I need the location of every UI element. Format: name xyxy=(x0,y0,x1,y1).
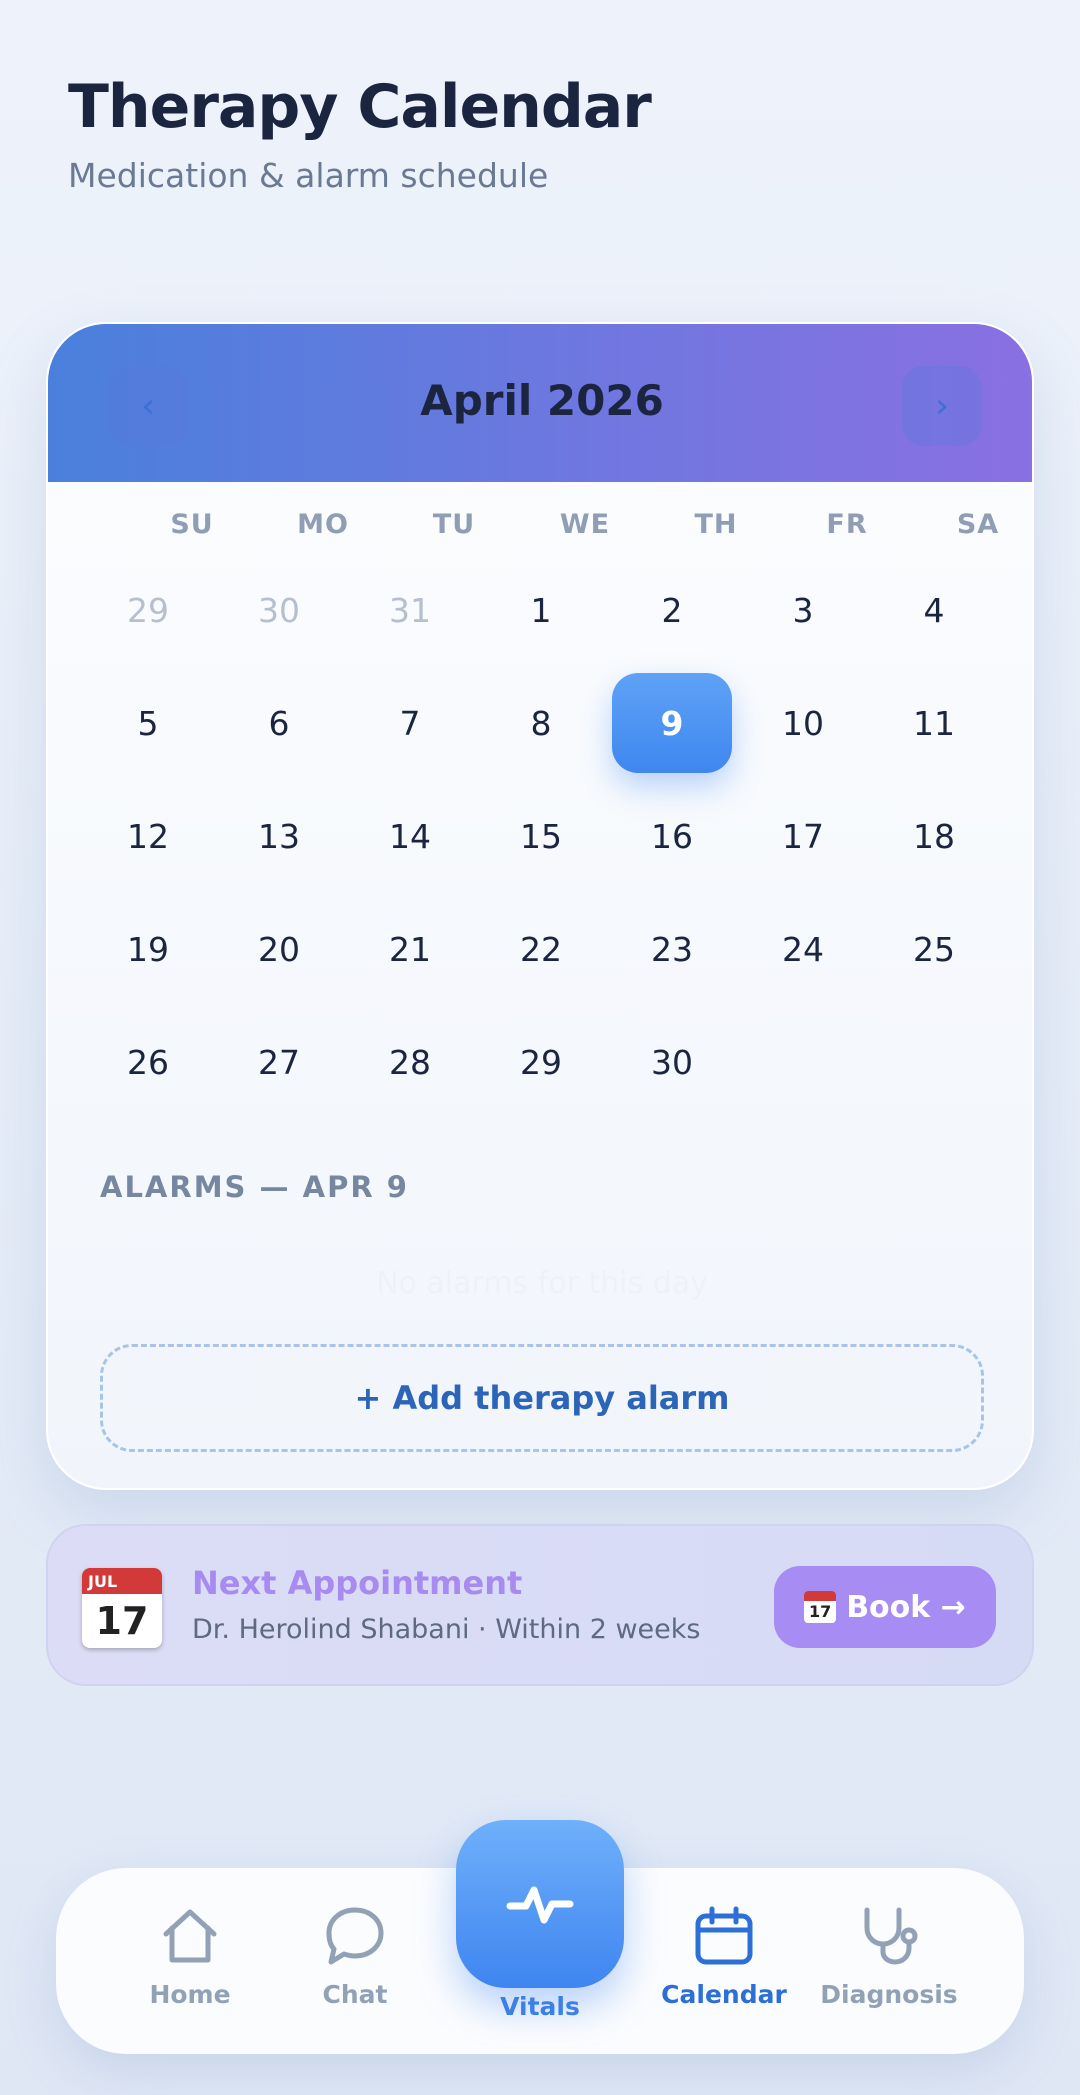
nav-home[interactable]: Home xyxy=(115,1904,265,2009)
next-appointment-card[interactable]: JUL 17 Next Appointment Dr. Herolind Sha… xyxy=(46,1524,1034,1686)
calendar-day[interactable]: 25 xyxy=(874,899,994,999)
calendar-day[interactable]: 21 xyxy=(350,899,470,999)
calendar-day[interactable]: 7 xyxy=(350,673,470,773)
calendar-day[interactable]: 16 xyxy=(612,786,732,886)
calendar-day[interactable]: 23 xyxy=(612,899,732,999)
calendar-date-icon: JUL 17 xyxy=(82,1568,162,1648)
calendar-date-icon: 17 xyxy=(804,1591,837,1623)
calendar-day[interactable]: 26 xyxy=(88,1012,208,1112)
calendar-day[interactable]: 3 xyxy=(743,560,863,660)
calendar-day[interactable]: 14 xyxy=(350,786,470,886)
calendar-day[interactable]: 13 xyxy=(219,786,339,886)
calendar-day[interactable]: 30 xyxy=(612,1012,732,1112)
chat-bubble-icon xyxy=(326,1907,384,1965)
nav-vitals-label[interactable]: Vitals xyxy=(465,1992,615,2021)
empty-alarms-text: No alarms for this day xyxy=(376,1266,708,1301)
calendar-day[interactable]: 19 xyxy=(88,899,208,999)
calendar-card: ‹ April 2026 › SU MO TU WE TH FR SA 29 3… xyxy=(46,322,1034,1490)
calendar-day[interactable]: 1 xyxy=(481,560,601,660)
nav-calendar[interactable]: Calendar xyxy=(649,1904,799,2009)
calendar-day[interactable]: 30 xyxy=(219,560,339,660)
book-appointment-button[interactable]: 17 Book → xyxy=(774,1566,996,1648)
calendar-icon xyxy=(695,1906,753,1965)
calendar-day[interactable]: 5 xyxy=(88,673,208,773)
calendar-day[interactable]: 28 xyxy=(350,1012,470,1112)
pulse-icon xyxy=(506,1886,574,1924)
nav-home-label: Home xyxy=(149,1980,231,2009)
nav-chat-label: Chat xyxy=(322,1980,388,2009)
calendar-day-selected[interactable]: 9 xyxy=(612,673,732,773)
nav-chat[interactable]: Chat xyxy=(280,1904,430,2009)
calendar-day[interactable]: 22 xyxy=(481,899,601,999)
calendar-day[interactable]: 17 xyxy=(743,786,863,886)
calendar-day[interactable]: 4 xyxy=(874,560,994,660)
calendar-date-icon-day: 17 xyxy=(809,1602,832,1621)
calendar-day[interactable]: 15 xyxy=(481,786,601,886)
calendar-day[interactable]: 2 xyxy=(612,560,732,660)
calendar-day[interactable]: 20 xyxy=(219,899,339,999)
add-therapy-alarm-button[interactable]: + Add therapy alarm xyxy=(100,1344,984,1452)
vitals-button[interactable] xyxy=(456,1820,624,1988)
page-title: Therapy Calendar xyxy=(68,72,652,142)
nav-diagnosis[interactable]: Diagnosis xyxy=(814,1904,964,2009)
calendar-day[interactable]: 18 xyxy=(874,786,994,886)
calendar-day[interactable]: 11 xyxy=(874,673,994,773)
book-button-label: Book → xyxy=(846,1589,966,1625)
alarms-section-label: ALARMS — APR 9 xyxy=(100,1170,409,1204)
appointment-details: Dr. Herolind Shabani · Within 2 weeks xyxy=(192,1614,701,1645)
calendar-day[interactable]: 27 xyxy=(219,1012,339,1112)
calendar-day[interactable]: 10 xyxy=(743,673,863,773)
calendar-day[interactable]: 29 xyxy=(481,1012,601,1112)
calendar-day[interactable]: 12 xyxy=(88,786,208,886)
stethoscope-icon xyxy=(864,1907,918,1965)
appointment-title: Next Appointment xyxy=(192,1564,523,1602)
calendar-date-icon-day: 17 xyxy=(95,1599,149,1643)
home-icon xyxy=(163,1909,217,1963)
calendar-day[interactable]: 24 xyxy=(743,899,863,999)
page-subtitle: Medication & alarm schedule xyxy=(68,156,549,195)
calendar-day[interactable]: 6 xyxy=(219,673,339,773)
calendar-day[interactable]: 8 xyxy=(481,673,601,773)
calendar-date-icon-month: JUL xyxy=(82,1568,162,1594)
nav-diagnosis-label: Diagnosis xyxy=(820,1980,958,2009)
calendar-day[interactable]: 29 xyxy=(88,560,208,660)
calendar-grid: 29 30 31 1 2 3 4 5 6 7 8 9 10 11 12 13 1… xyxy=(48,324,1032,1084)
nav-calendar-label: Calendar xyxy=(661,1980,787,2009)
calendar-day[interactable]: 31 xyxy=(350,560,470,660)
